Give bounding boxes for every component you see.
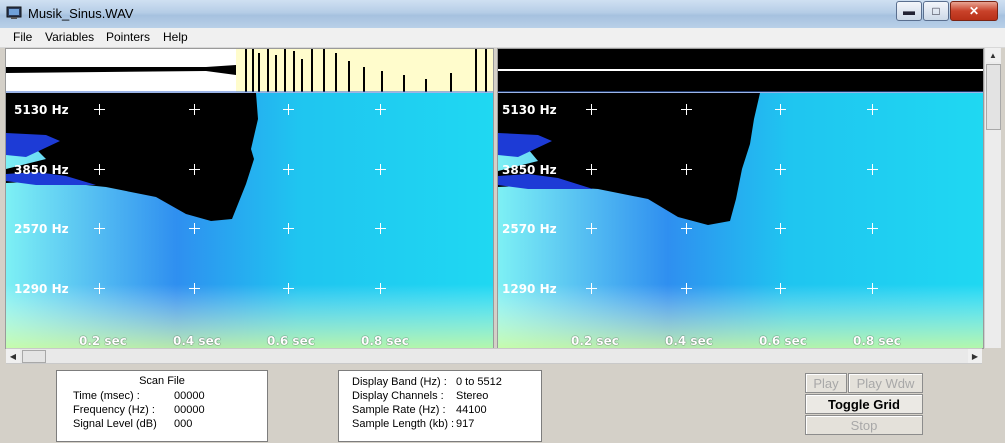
grid-marker (681, 104, 692, 115)
sample-length-label: Sample Length (kb) : (352, 418, 455, 430)
app-icon (6, 6, 22, 19)
display-band-label: Display Band (Hz) : (352, 376, 447, 388)
scroll-right-icon: ▶ (971, 351, 979, 361)
grid-marker (94, 104, 105, 115)
display-channels-value: Stereo (456, 390, 489, 402)
freq-label-3850: 3850 Hz (14, 163, 69, 177)
grid-marker (867, 283, 878, 294)
stop-button[interactable]: Stop (805, 415, 923, 435)
grid-marker (94, 164, 105, 175)
freq-label-3850: 3850 Hz (502, 163, 557, 177)
grid-marker (681, 223, 692, 234)
horizontal-scrollbar[interactable]: ◀ ▶ (6, 348, 982, 364)
minimize-button[interactable]: ▬ (896, 1, 922, 21)
sample-rate-value: 44100 (456, 404, 487, 416)
window-title: Musik_Sinus.WAV (28, 6, 134, 21)
time-value: 00000 (174, 390, 205, 402)
signal-level-value: 000 (174, 418, 193, 430)
frequency-value: 00000 (174, 404, 205, 416)
grid-marker (375, 104, 386, 115)
grid-marker (375, 164, 386, 175)
title-bar: Musik_Sinus.WAV ▬ □ ✕ (0, 0, 1005, 28)
scroll-up-icon: ▲ (989, 50, 997, 60)
time-label-0.6: 0.6 sec (759, 334, 807, 348)
grid-marker (283, 104, 294, 115)
grid-marker (189, 283, 200, 294)
time-label: Time (msec) : (73, 390, 140, 402)
frequency-label: Frequency (Hz) : (73, 404, 155, 416)
right-channel-spectrogram[interactable]: 5130 Hz 3850 Hz 2570 Hz 1290 Hz 0.2 sec … (497, 48, 984, 349)
maximize-icon: □ (932, 4, 940, 18)
grid-marker (283, 223, 294, 234)
grid-marker (586, 104, 597, 115)
display-band-value: 0 to 5512 (456, 376, 502, 388)
grid-marker (586, 283, 597, 294)
horizontal-scroll-thumb[interactable] (22, 350, 46, 363)
time-label-0.4: 0.4 sec (173, 334, 221, 348)
freq-label-2570: 2570 Hz (502, 222, 557, 236)
scan-file-title: Scan File (139, 375, 185, 387)
grid-marker (867, 223, 878, 234)
close-icon: ✕ (968, 4, 980, 18)
grid-marker (867, 164, 878, 175)
vertical-scrollbar[interactable]: ▲ (984, 48, 1001, 348)
grid-marker (189, 104, 200, 115)
grid-marker (94, 283, 105, 294)
grid-marker (189, 164, 200, 175)
scroll-left-icon: ◀ (9, 351, 17, 361)
right-spectrogram-graphic (498, 49, 983, 348)
grid-marker (681, 164, 692, 175)
left-spectrogram-graphic (6, 49, 493, 348)
scroll-up-button[interactable]: ▲ (986, 48, 1000, 62)
grid-marker (94, 223, 105, 234)
time-label-0.8: 0.8 sec (853, 334, 901, 348)
display-info-panel: Display Band (Hz) : 0 to 5512 Display Ch… (338, 370, 542, 442)
app-window: Musik_Sinus.WAV ▬ □ ✕ File Variables Poi… (0, 0, 1005, 443)
freq-label-1290: 1290 Hz (502, 282, 557, 296)
menu-help[interactable]: Help (163, 30, 188, 44)
close-button[interactable]: ✕ (950, 1, 998, 21)
time-label-0.2: 0.2 sec (571, 334, 619, 348)
freq-label-1290: 1290 Hz (14, 282, 69, 296)
freq-label-5130: 5130 Hz (502, 103, 557, 117)
grid-marker (775, 283, 786, 294)
sample-rate-label: Sample Rate (Hz) : (352, 404, 446, 416)
time-label-0.2: 0.2 sec (79, 334, 127, 348)
display-channels-label: Display Channels : (352, 390, 444, 402)
freq-label-5130: 5130 Hz (14, 103, 69, 117)
sample-length-value: 917 (456, 418, 475, 430)
grid-marker (189, 223, 200, 234)
grid-marker (586, 164, 597, 175)
signal-level-label: Signal Level (dB) (73, 418, 157, 430)
time-label-0.4: 0.4 sec (665, 334, 713, 348)
time-label-0.8: 0.8 sec (361, 334, 409, 348)
time-label-0.6: 0.6 sec (267, 334, 315, 348)
left-channel-spectrogram[interactable]: 5130 Hz 3850 Hz 2570 Hz 1290 Hz 0.2 sec … (5, 48, 494, 349)
grid-marker (283, 164, 294, 175)
menu-pointers[interactable]: Pointers (106, 30, 150, 44)
grid-marker (586, 223, 597, 234)
minimize-icon: ▬ (903, 4, 915, 18)
vertical-scroll-thumb[interactable] (986, 64, 1001, 130)
menu-variables[interactable]: Variables (45, 30, 94, 44)
grid-marker (775, 164, 786, 175)
grid-marker (867, 104, 878, 115)
freq-label-2570: 2570 Hz (14, 222, 69, 236)
scroll-right-button[interactable]: ▶ (968, 349, 982, 363)
grid-marker (375, 283, 386, 294)
grid-marker (375, 223, 386, 234)
scan-file-panel: Scan File Time (msec) : 00000 Frequency … (56, 370, 268, 442)
scroll-left-button[interactable]: ◀ (6, 349, 20, 363)
toggle-grid-button[interactable]: Toggle Grid (805, 394, 923, 414)
maximize-button[interactable]: □ (923, 1, 949, 21)
grid-marker (775, 223, 786, 234)
menu-file[interactable]: File (13, 30, 32, 44)
menu-bar: File Variables Pointers Help (0, 28, 1005, 48)
play-window-button[interactable]: Play Wdw (848, 373, 923, 393)
grid-marker (681, 283, 692, 294)
play-button[interactable]: Play (805, 373, 847, 393)
grid-marker (775, 104, 786, 115)
grid-marker (283, 283, 294, 294)
